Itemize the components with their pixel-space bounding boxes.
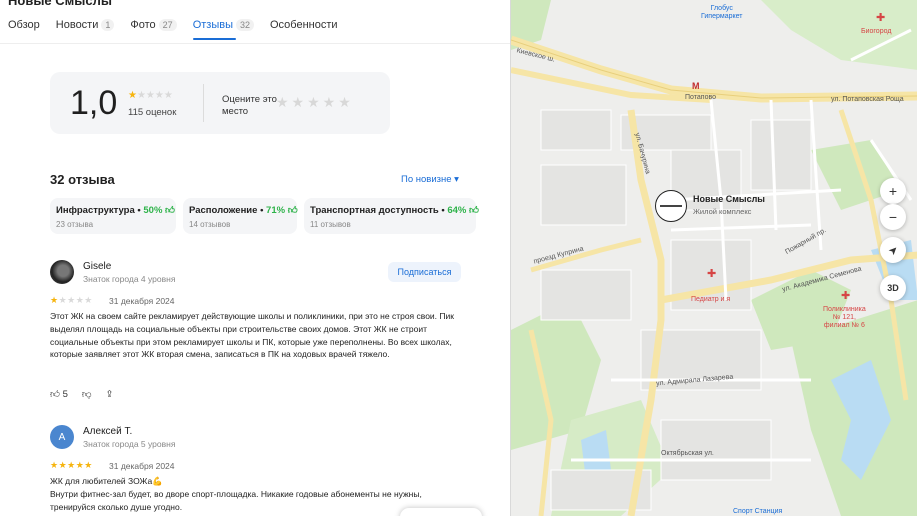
like-count: 5 <box>62 389 68 400</box>
rating-stars: ★★★★★ <box>128 90 173 101</box>
tab-count: 27 <box>158 19 177 31</box>
star-icon: ★★★★ <box>58 295 93 305</box>
subscribe-button[interactable]: Подписаться <box>388 262 461 282</box>
aspect-percent: 71% <box>266 205 286 216</box>
poi-sport[interactable]: Спорт Станция <box>733 508 782 516</box>
avatar[interactable] <box>50 260 74 284</box>
poi-globus[interactable]: Глобус Гипермаркет <box>701 5 743 21</box>
tab-photos[interactable]: Фото 27 <box>130 12 177 42</box>
avatar[interactable]: А <box>50 425 74 449</box>
aspect-name: Инфраструктура <box>56 205 135 216</box>
tab-label: Обзор <box>8 19 40 31</box>
tab-count: 32 <box>235 19 254 31</box>
review-stars: ★★★★★ <box>50 460 93 471</box>
pharmacy-icon[interactable]: ✚ <box>707 269 716 280</box>
view-3d-button[interactable]: 3D <box>880 275 906 301</box>
thumb-up-icon: 👍︎ <box>468 205 479 216</box>
thumb-up-icon: 👍︎ <box>287 205 298 216</box>
rating-summary-card: 1,0 ★★★★★ 115 оценок Оцените это место ★… <box>50 72 390 134</box>
rate-stars-input[interactable]: ★★★★★ <box>276 94 354 111</box>
rating-count: 115 оценок <box>128 107 177 118</box>
review-actions: 👍︎ 5 👎︎ ⇪ <box>50 388 128 401</box>
review-author-level: Знаток города 5 уровня <box>83 439 176 449</box>
like-button[interactable]: 👍︎ 5 <box>50 388 68 400</box>
aspect-percent: 64% <box>447 205 467 216</box>
star-icon: ★★★★★ <box>50 460 93 470</box>
hospital-icon[interactable]: ✚ <box>841 291 850 302</box>
floating-action-button[interactable] <box>400 508 482 516</box>
review-date: 31 декабря 2024 <box>109 461 175 471</box>
aspect-name: Расположение <box>189 205 258 216</box>
tab-label: Отзывы <box>192 19 233 31</box>
thumb-up-icon: 👍︎ <box>50 389 60 400</box>
rate-prompt: Оцените это место <box>222 94 277 117</box>
street-label: ул. Потаповская Роща <box>831 96 904 103</box>
sort-dropdown[interactable]: По новизне ▾ <box>401 174 459 185</box>
rating-value: 1,0 <box>70 84 118 122</box>
aspect-sub: 14 отзывов <box>189 220 231 229</box>
tab-reviews[interactable]: Отзывы 32 <box>192 12 254 42</box>
review-author[interactable]: Gisele <box>83 261 111 272</box>
aspect-sub: 11 отзывов <box>310 220 351 229</box>
tab-overview[interactable]: Обзор <box>8 12 40 42</box>
metro-icon: М <box>692 81 700 91</box>
org-panel: Новые Смыслы Обзор Новости 1 Фото 27 Отзыв… <box>0 0 510 516</box>
star-icon: ★ <box>128 90 137 101</box>
review-text: ЖК для любителей ЗОЖа💪 Внутри фитнес-зал… <box>50 476 422 512</box>
tab-label: Особенности <box>270 19 338 31</box>
review-author[interactable]: Алексей Т. <box>83 426 132 437</box>
star-icon: ★ <box>50 295 59 305</box>
divider <box>203 84 204 122</box>
map-view[interactable]: Глобус Гипермаркет Биогород ✚ Потапово М… <box>510 0 917 516</box>
dislike-button[interactable]: 👎︎ <box>82 388 92 400</box>
tab-news[interactable]: Новости 1 <box>56 12 115 42</box>
aspect-chip-location[interactable]: Расположение • 71% 👍︎ 14 отзывов <box>183 198 298 234</box>
review-date: 31 декабря 2024 <box>109 296 175 306</box>
tab-bar: Обзор Новости 1 Фото 27 Отзывы 32 Особеннос… <box>0 12 510 44</box>
review-item: Gisele Знаток города 4 уровня Подписатьс… <box>50 260 470 410</box>
pharmacy-icon[interactable]: ✚ <box>876 13 885 24</box>
tab-label: Новости <box>55 19 99 31</box>
tab-count: 1 <box>101 19 115 31</box>
share-button[interactable]: ⇪ <box>106 389 114 400</box>
map-pin-sub: Жилой комплекс <box>693 207 752 216</box>
poi-polyclinic[interactable]: Поликлиника № 121, филиал № 6 <box>823 306 866 330</box>
poi-pediatr[interactable]: Педиатр и я <box>691 296 730 304</box>
org-title: Новые Смыслы <box>8 0 112 8</box>
poi-biogorod[interactable]: Биогород <box>861 28 891 36</box>
share-icon: ⇪ <box>105 388 114 400</box>
map-pin-name[interactable]: Новые Смыслы <box>693 194 765 204</box>
zoom-in-button[interactable]: + <box>880 178 906 204</box>
reviews-count-heading: 32 отзыва <box>50 172 115 187</box>
aspect-percent: 50% <box>143 205 163 216</box>
aspect-name: Транспортная доступность <box>310 205 439 216</box>
thumb-up-icon: 👍︎ <box>165 205 175 216</box>
thumb-down-icon: 👎︎ <box>81 389 92 400</box>
street-label: Октябрьская ул. <box>661 450 714 457</box>
review-stars: ★★★★★ <box>50 295 93 306</box>
star-icon: ★★★★ <box>136 90 173 101</box>
tab-features[interactable]: Особенности <box>270 12 338 42</box>
park-area <box>761 0 917 70</box>
aspect-chip-infrastructure[interactable]: Инфраструктура • 50% 👍︎ 23 отзыва <box>50 198 176 234</box>
metro-station-label[interactable]: Потапово <box>685 94 716 102</box>
review-author-level: Знаток города 4 уровня <box>83 274 176 284</box>
zoom-out-button[interactable]: − <box>880 204 906 230</box>
map-canvas <box>511 0 917 516</box>
tab-label: Фото <box>130 19 156 31</box>
map-pin[interactable] <box>655 190 687 222</box>
app-root: Новые Смыслы Обзор Новости 1 Фото 27 Отзыв… <box>0 0 917 516</box>
aspect-chip-transport[interactable]: Транспортная доступность • 64% 👍︎ 11 отз… <box>304 198 479 234</box>
review-text: Этот ЖК на своем сайте рекламирует дейст… <box>50 311 454 360</box>
review-item: А Алексей Т. Знаток города 5 уровня ★★★★… <box>50 425 470 516</box>
aspect-sub: 23 отзыва <box>56 220 94 229</box>
